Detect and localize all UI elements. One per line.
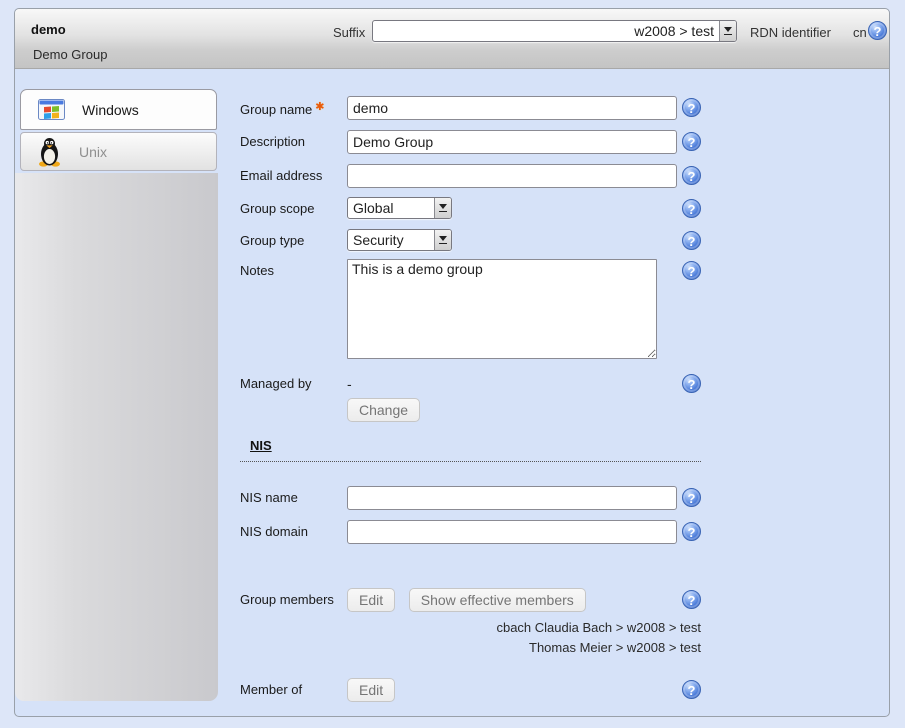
managed-by-value: - bbox=[347, 372, 677, 392]
notes-textarea[interactable]: This is a demo group bbox=[347, 259, 657, 359]
show-effective-members-button[interactable]: Show effective members bbox=[409, 588, 586, 612]
managed-by-label: Managed by bbox=[240, 372, 347, 391]
help-icon[interactable]: ? bbox=[682, 199, 701, 218]
help-icon[interactable]: ? bbox=[682, 261, 701, 280]
member-of-edit-button[interactable]: Edit bbox=[347, 678, 395, 702]
nis-name-row: NIS name ? bbox=[240, 486, 701, 510]
help-icon[interactable]: ? bbox=[682, 98, 701, 117]
notes-label: Notes bbox=[240, 259, 347, 278]
group-scope-label: Group scope bbox=[240, 197, 347, 216]
nis-name-label: NIS name bbox=[240, 486, 347, 505]
description-input[interactable] bbox=[347, 130, 677, 154]
member-item: Thomas Meier > w2008 > test bbox=[240, 638, 701, 658]
tab-unix-label: Unix bbox=[79, 144, 107, 160]
group-name-row: Group name✱ ? bbox=[240, 96, 701, 120]
suffix-label: Suffix bbox=[333, 25, 365, 40]
help-icon[interactable]: ? bbox=[682, 374, 701, 393]
rdn-identifier-value: cn bbox=[853, 25, 867, 40]
member-of-label: Member of bbox=[240, 678, 347, 697]
email-input[interactable] bbox=[347, 164, 677, 188]
help-icon[interactable]: ? bbox=[682, 166, 701, 185]
help-icon[interactable]: ? bbox=[682, 488, 701, 507]
email-label: Email address bbox=[240, 164, 347, 183]
group-members-row: Group members Edit Show effective member… bbox=[240, 588, 701, 612]
group-members-edit-button[interactable]: Edit bbox=[347, 588, 395, 612]
group-name-input[interactable] bbox=[347, 96, 677, 120]
windows-icon bbox=[38, 99, 65, 120]
group-members-list: cbach Claudia Bach > w2008 > test Thomas… bbox=[240, 618, 701, 658]
help-icon[interactable]: ? bbox=[868, 21, 887, 40]
nis-section-header: NIS bbox=[240, 438, 701, 462]
page-title: demo bbox=[31, 22, 66, 37]
rdn-identifier-label: RDN identifier bbox=[750, 25, 831, 40]
help-icon[interactable]: ? bbox=[682, 680, 701, 699]
page-subtitle: Demo Group bbox=[33, 47, 107, 62]
description-label: Description bbox=[240, 130, 347, 149]
help-icon[interactable]: ? bbox=[682, 522, 701, 541]
change-button[interactable]: Change bbox=[347, 398, 420, 422]
chevron-down-icon bbox=[434, 230, 451, 250]
group-type-label: Group type bbox=[240, 229, 347, 248]
required-icon: ✱ bbox=[315, 101, 324, 113]
help-icon[interactable]: ? bbox=[682, 132, 701, 151]
header-bar: demo Demo Group Suffix w2008 > test RDN … bbox=[15, 9, 889, 69]
nis-name-input[interactable] bbox=[347, 486, 677, 510]
group-name-label: Group name✱ bbox=[240, 96, 347, 117]
group-form: Group name✱ ? Description ? Email addres… bbox=[240, 96, 701, 702]
member-of-row: Member of Edit ? bbox=[240, 678, 701, 702]
notes-row: Notes This is a demo group ? bbox=[240, 259, 701, 362]
tab-windows[interactable]: Windows bbox=[20, 89, 217, 130]
group-members-label: Group members bbox=[240, 588, 347, 607]
description-row: Description ? bbox=[240, 130, 701, 154]
help-icon[interactable]: ? bbox=[682, 590, 701, 609]
suffix-select-value: w2008 > test bbox=[373, 21, 719, 41]
chevron-down-icon bbox=[719, 21, 736, 41]
group-type-row: Group type Security ? bbox=[240, 229, 701, 251]
tab-unix[interactable]: Unix bbox=[20, 132, 217, 171]
group-scope-value: Global bbox=[348, 198, 434, 218]
group-scope-row: Group scope Global ? bbox=[240, 197, 701, 219]
nis-domain-input[interactable] bbox=[347, 520, 677, 544]
sidebar: Windows Unix bbox=[17, 89, 220, 171]
managed-by-row: Managed by - Change ? bbox=[240, 372, 701, 422]
group-type-select[interactable]: Security bbox=[347, 229, 452, 251]
group-type-value: Security bbox=[348, 230, 434, 250]
tab-windows-label: Windows bbox=[82, 102, 139, 118]
nis-domain-label: NIS domain bbox=[240, 520, 347, 539]
main-panel: demo Demo Group Suffix w2008 > test RDN … bbox=[14, 8, 890, 717]
member-item: cbach Claudia Bach > w2008 > test bbox=[240, 618, 701, 638]
suffix-select[interactable]: w2008 > test bbox=[372, 20, 737, 42]
nis-domain-row: NIS domain ? bbox=[240, 520, 701, 544]
sidebar-panel bbox=[15, 173, 218, 701]
chevron-down-icon bbox=[434, 198, 451, 218]
group-scope-select[interactable]: Global bbox=[347, 197, 452, 219]
help-icon[interactable]: ? bbox=[682, 231, 701, 250]
tux-icon bbox=[38, 137, 62, 167]
email-row: Email address ? bbox=[240, 164, 701, 188]
